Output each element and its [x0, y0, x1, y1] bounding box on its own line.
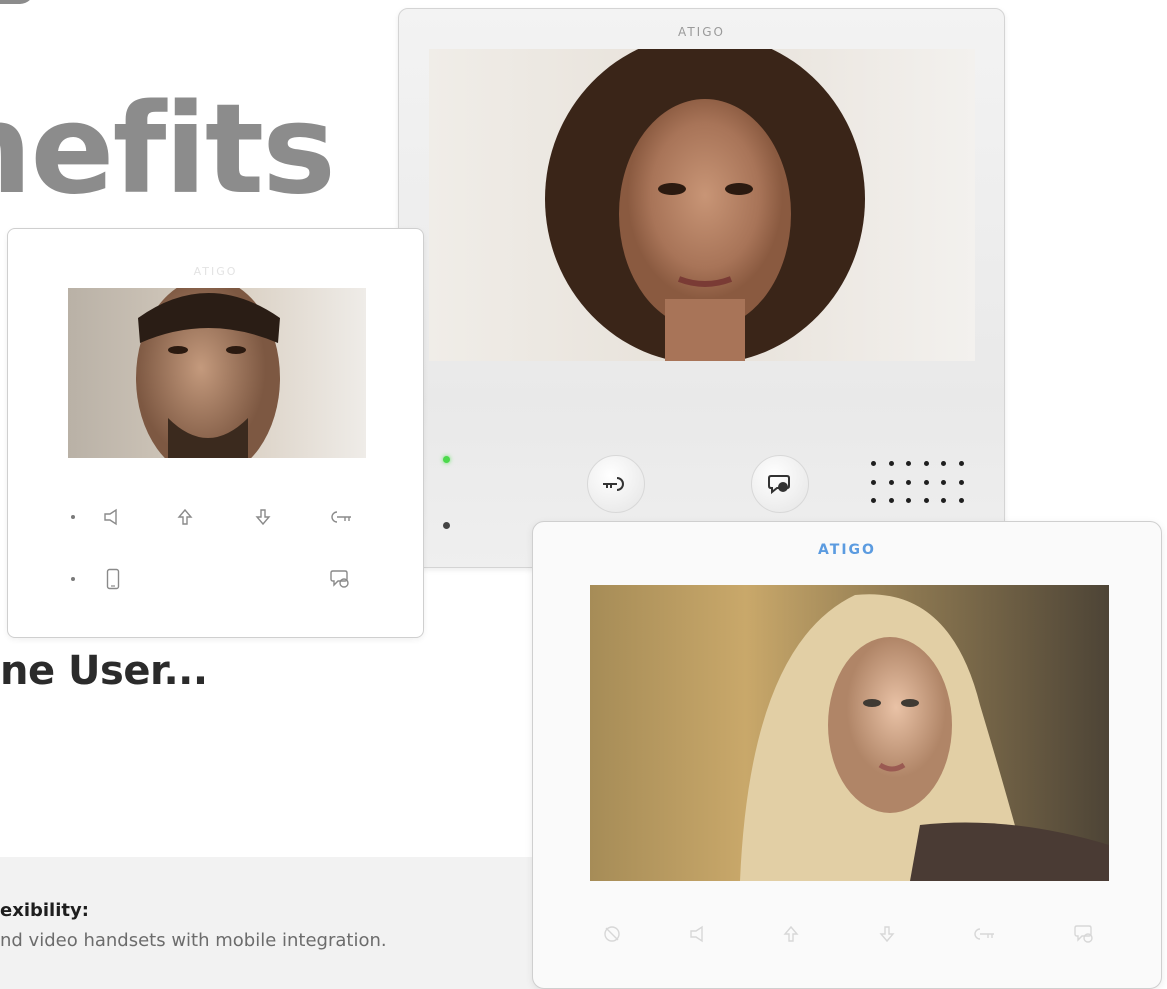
portrait-image [136, 288, 280, 458]
chat-bubble-icon[interactable] [326, 565, 354, 593]
mute-icon[interactable] [598, 920, 626, 948]
indicator-dot [71, 577, 75, 581]
phone-icon[interactable] [99, 565, 127, 593]
monitor-large: ATIGO [398, 8, 1005, 568]
arrow-up-icon[interactable] [171, 503, 199, 531]
brand-logo: ATIGO [193, 265, 238, 278]
door-key-button[interactable] [587, 455, 645, 513]
feature-band [0, 857, 560, 989]
arrow-up-icon[interactable] [777, 920, 805, 948]
feature-title: exibility: [0, 900, 89, 921]
monitor-small: ATIGO [7, 228, 424, 638]
monitor-screen [429, 49, 975, 361]
speaker-icon[interactable] [685, 920, 713, 948]
monitor-wide: ATIGO [532, 521, 1162, 989]
chat-bubble-icon [768, 475, 790, 495]
brand-logo: ATIGO [818, 542, 876, 558]
portrait-image [740, 594, 1109, 881]
speaker-grille [871, 461, 967, 511]
brand-logo: ATIGO [678, 25, 725, 39]
heading-fragment [0, 0, 34, 4]
key-icon[interactable] [326, 503, 354, 531]
key-icon[interactable] [969, 920, 997, 948]
status-led-off [443, 522, 450, 529]
arrow-down-icon[interactable] [249, 503, 277, 531]
key-icon [603, 477, 624, 491]
portrait-image [545, 49, 865, 361]
feature-text: nd video handsets with mobile integratio… [0, 930, 387, 951]
talk-button[interactable] [751, 455, 809, 513]
monitor-screen [68, 288, 366, 458]
speaker-icon[interactable] [99, 503, 127, 531]
arrow-down-icon[interactable] [873, 920, 901, 948]
indicator-dot [71, 515, 75, 519]
chat-bubble-icon[interactable] [1070, 920, 1098, 948]
monitor-screen [590, 585, 1109, 881]
page-heading: nefits [0, 78, 336, 222]
status-led-green [443, 456, 450, 463]
section-subheading: ne User... [0, 648, 208, 694]
